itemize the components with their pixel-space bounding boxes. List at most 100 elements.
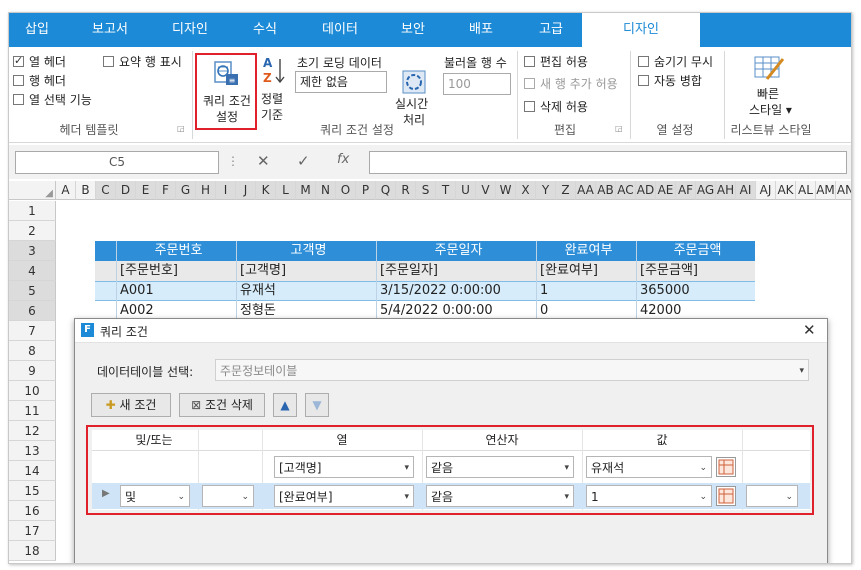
column-header[interactable]: AM xyxy=(816,181,836,200)
column-header[interactable]: AF xyxy=(676,181,696,200)
row-header[interactable]: 8 xyxy=(9,341,56,361)
tab-advanced[interactable]: 고급 xyxy=(523,13,579,47)
row-header[interactable]: 10 xyxy=(9,381,56,401)
table-cell[interactable]: A001 xyxy=(117,281,237,301)
column-header[interactable]: F xyxy=(156,181,176,200)
tab-design-active[interactable]: 디자인 xyxy=(582,13,700,47)
table-binding-cell[interactable]: [주문일자] xyxy=(377,261,537,281)
realtime-processing-button[interactable]: 실시간 처리 xyxy=(395,67,435,127)
row-header-checkbox[interactable] xyxy=(13,75,24,86)
column-header[interactable]: O xyxy=(336,181,356,200)
table-cell[interactable]: 365000 xyxy=(637,281,755,301)
tab-report[interactable]: 보고서 xyxy=(75,13,145,47)
row-header[interactable]: 12 xyxy=(9,421,56,441)
name-box[interactable]: C5 xyxy=(15,151,219,174)
column-header[interactable]: P xyxy=(356,181,376,200)
column-header[interactable]: Q xyxy=(376,181,396,200)
column-header[interactable]: W xyxy=(496,181,516,200)
column-header[interactable]: R xyxy=(396,181,416,200)
cancel-icon[interactable]: ✕ xyxy=(257,152,270,170)
column-header[interactable]: V xyxy=(476,181,496,200)
column-header[interactable]: H xyxy=(196,181,216,200)
column-header[interactable]: M xyxy=(296,181,316,200)
tab-security[interactable]: 보안 xyxy=(385,13,441,47)
query-condition-button[interactable]: ≡ 쿼리 조건 설정 xyxy=(195,53,257,130)
tab-deploy[interactable]: 배포 xyxy=(453,13,509,47)
tab-formula[interactable]: 수식 xyxy=(235,13,295,47)
column-header[interactable]: AA xyxy=(576,181,596,200)
column-header[interactable]: S xyxy=(416,181,436,200)
column-header[interactable]: AK xyxy=(776,181,796,200)
delete-allow-checkbox[interactable] xyxy=(524,101,535,112)
column-header[interactable]: K xyxy=(256,181,276,200)
column-header[interactable]: L xyxy=(276,181,296,200)
column-header[interactable]: D xyxy=(116,181,136,200)
table-cell[interactable]: 1 xyxy=(537,281,637,301)
fx-icon[interactable]: fx xyxy=(337,152,349,167)
quick-style-button[interactable]: 빠른 스타일 ▾ xyxy=(737,51,807,119)
summary-row-checkbox[interactable] xyxy=(103,56,114,67)
tab-data[interactable]: 데이터 xyxy=(305,13,375,47)
row-header[interactable]: 6 xyxy=(9,301,56,321)
ignore-hide-checkbox[interactable] xyxy=(638,56,649,67)
group-launcher-icon[interactable]: ◲ xyxy=(615,124,623,133)
row-header[interactable]: 9 xyxy=(9,361,56,381)
confirm-icon[interactable]: ✓ xyxy=(297,152,310,170)
datatable-select[interactable]: 주문정보테이블 ▾ xyxy=(215,359,809,381)
sort-criteria-button[interactable]: A Z 정렬 기준 xyxy=(257,53,291,129)
table-cell[interactable]: 유재석 xyxy=(237,281,377,301)
row-header[interactable]: 11 xyxy=(9,401,56,421)
col-header-checkbox[interactable] xyxy=(13,54,24,67)
column-header[interactable]: AN xyxy=(836,181,851,200)
column-header[interactable]: AD xyxy=(636,181,656,200)
column-header[interactable]: AB xyxy=(596,181,616,200)
row-header[interactable]: 2 xyxy=(9,221,56,241)
select-all-corner[interactable]: ◢ xyxy=(9,181,56,200)
row-header[interactable]: 17 xyxy=(9,521,56,541)
column-header[interactable]: AG xyxy=(696,181,716,200)
table-binding-cell[interactable]: [주문번호] xyxy=(117,261,237,281)
column-header[interactable]: Y xyxy=(536,181,556,200)
formula-input[interactable] xyxy=(369,151,847,174)
column-header[interactable]: U xyxy=(456,181,476,200)
new-condition-button[interactable]: ✚ 새 조건 xyxy=(91,393,171,417)
tab-design[interactable]: 디자인 xyxy=(155,13,225,47)
column-header[interactable]: T xyxy=(436,181,456,200)
column-header[interactable]: AJ xyxy=(756,181,776,200)
column-header[interactable]: A xyxy=(56,181,76,200)
edit-allow-checkbox[interactable] xyxy=(524,56,535,67)
column-header[interactable]: G xyxy=(176,181,196,200)
add-row-checkbox[interactable] xyxy=(524,78,535,89)
close-icon[interactable]: ✕ xyxy=(803,321,816,339)
row-header[interactable]: 4 xyxy=(9,261,56,281)
table-cell[interactable]: 3/15/2022 0:00:00 xyxy=(377,281,537,301)
fetch-rows-input[interactable]: 100 xyxy=(443,73,511,95)
row-header[interactable]: 18 xyxy=(9,541,56,561)
table-binding-cell[interactable]: [주문금액] xyxy=(637,261,755,281)
column-header[interactable]: N xyxy=(316,181,336,200)
delete-condition-button[interactable]: ⊠ 조건 삭제 xyxy=(179,393,265,417)
column-header[interactable]: Z xyxy=(556,181,576,200)
group-launcher-icon[interactable]: ◲ xyxy=(177,124,185,133)
column-header[interactable]: AI xyxy=(736,181,756,200)
row-header[interactable]: 3 xyxy=(9,241,56,261)
column-header[interactable]: AE xyxy=(656,181,676,200)
move-up-button[interactable]: ▲ xyxy=(273,393,297,417)
row-header[interactable]: 1 xyxy=(9,201,56,221)
column-header[interactable]: AH xyxy=(716,181,736,200)
column-header[interactable]: J xyxy=(236,181,256,200)
row-header[interactable]: 14 xyxy=(9,461,56,481)
row-header[interactable]: 16 xyxy=(9,501,56,521)
row-header[interactable]: 13 xyxy=(9,441,56,461)
table-binding-cell[interactable]: [고객명] xyxy=(237,261,377,281)
move-down-button[interactable]: ▼ xyxy=(305,393,329,417)
column-header[interactable]: AC xyxy=(616,181,636,200)
row-header[interactable]: 15 xyxy=(9,481,56,501)
table-binding-cell[interactable]: [완료여부] xyxy=(537,261,637,281)
column-header[interactable]: X xyxy=(516,181,536,200)
tab-insert[interactable]: 삽입 xyxy=(9,13,65,47)
column-header[interactable]: E xyxy=(136,181,156,200)
row-header[interactable]: 7 xyxy=(9,321,56,341)
col-select-checkbox[interactable] xyxy=(13,94,24,105)
auto-merge-checkbox[interactable] xyxy=(638,75,649,86)
